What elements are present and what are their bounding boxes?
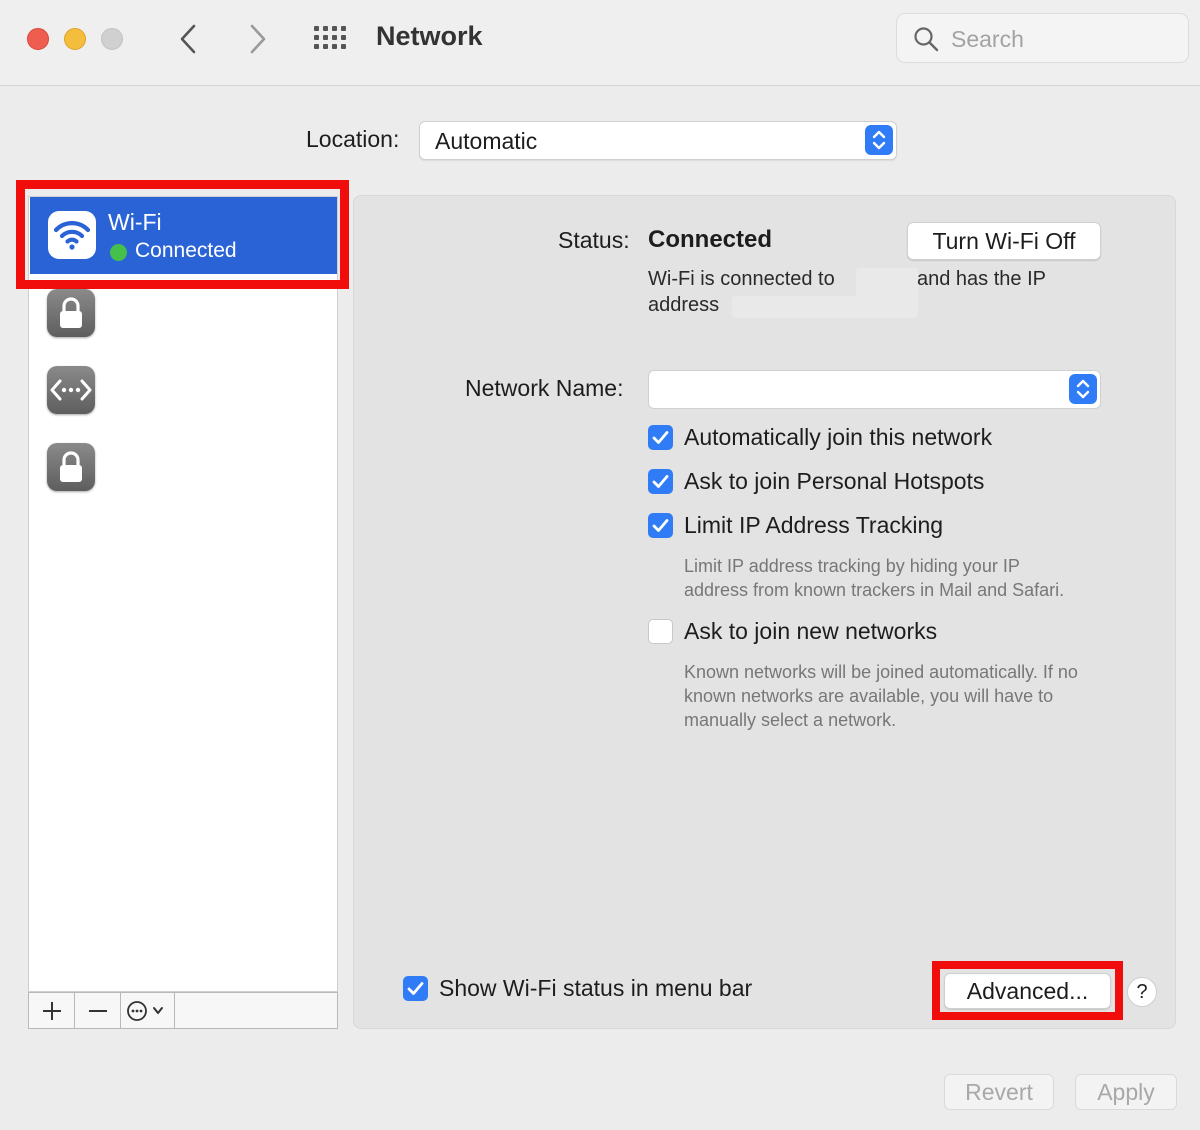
remove-service-button[interactable] xyxy=(75,993,121,1028)
redacted-ip-address xyxy=(732,296,918,318)
status-label: Status: xyxy=(558,227,630,253)
chevron-right-icon xyxy=(250,24,266,54)
checkmark-icon xyxy=(652,475,669,488)
auto-join-label[interactable]: Automatically join this network xyxy=(684,424,992,451)
status-description-part3: address xyxy=(648,294,720,316)
ask-hotspots-checkbox[interactable] xyxy=(648,469,673,494)
up-down-chevron-icon xyxy=(872,130,886,150)
limit-ip-tracking-label[interactable]: Limit IP Address Tracking xyxy=(684,512,943,539)
zoom-button[interactable] xyxy=(101,28,123,50)
location-value: Automatic xyxy=(435,128,538,154)
ask-new-hint-line3: manually select a network. xyxy=(684,710,897,730)
detail-panel xyxy=(353,195,1176,1029)
highlight-box xyxy=(16,180,349,289)
status-value: Connected xyxy=(648,226,773,253)
status-description-part2: and has the IP xyxy=(917,268,1046,290)
checkmark-icon xyxy=(652,519,669,532)
close-button[interactable] xyxy=(27,28,49,50)
plus-icon xyxy=(42,1001,61,1020)
service-list-toolbar xyxy=(28,992,338,1029)
network-name-label: Network Name: xyxy=(465,375,624,401)
apply-button[interactable]: Apply xyxy=(1075,1074,1177,1110)
sidebar-item-bridge[interactable] xyxy=(47,366,95,414)
bridge-icon xyxy=(50,379,92,401)
checkmark-icon xyxy=(407,982,424,995)
checkmark-icon xyxy=(652,431,669,444)
location-select[interactable]: Automatic xyxy=(419,121,897,160)
ask-hotspots-label[interactable]: Ask to join Personal Hotspots xyxy=(684,468,984,495)
search-field[interactable] xyxy=(896,13,1189,63)
lock-icon xyxy=(60,451,82,482)
ask-new-networks-checkbox[interactable] xyxy=(648,619,673,644)
limit-ip-hint-line1: Limit IP address tracking by hiding your… xyxy=(684,556,1020,576)
ellipsis-circle-chevron-icon xyxy=(126,1000,163,1021)
sidebar-item-vpn-1[interactable] xyxy=(47,289,95,337)
lock-icon xyxy=(60,297,82,328)
ask-new-hint-line2: known networks are available, you will h… xyxy=(684,686,1054,706)
limit-ip-hint-line2: address from known trackers in Mail and … xyxy=(684,580,1065,600)
add-service-button[interactable] xyxy=(29,993,75,1028)
highlight-box xyxy=(932,961,1123,1020)
more-actions-button[interactable] xyxy=(121,993,175,1028)
up-down-chevron-icon xyxy=(1076,379,1090,399)
network-name-select[interactable] xyxy=(648,370,1101,409)
location-label: Location: xyxy=(306,126,400,152)
status-description-part1: Wi-Fi is connected to xyxy=(648,268,835,290)
grid-icon xyxy=(314,26,346,49)
forward-button[interactable] xyxy=(242,22,272,56)
location-stepper xyxy=(865,125,893,155)
sidebar-item-vpn-2[interactable] xyxy=(47,443,95,491)
back-button[interactable] xyxy=(174,22,204,56)
auto-join-checkbox[interactable] xyxy=(648,425,673,450)
search-icon xyxy=(914,27,939,52)
title-bar: Network xyxy=(0,0,1200,86)
show-wifi-status-label[interactable]: Show Wi-Fi status in menu bar xyxy=(439,975,752,1002)
search-input[interactable] xyxy=(951,22,1171,56)
limit-ip-tracking-checkbox[interactable] xyxy=(648,513,673,538)
help-button[interactable]: ? xyxy=(1127,977,1157,1007)
window-title: Network xyxy=(376,21,483,51)
chevron-left-icon xyxy=(180,24,196,54)
network-name-stepper xyxy=(1069,374,1097,404)
turn-wifi-off-button[interactable]: Turn Wi-Fi Off xyxy=(907,222,1101,260)
ask-new-networks-label[interactable]: Ask to join new networks xyxy=(684,618,937,645)
show-all-button[interactable] xyxy=(313,25,349,51)
show-wifi-status-checkbox[interactable] xyxy=(403,976,428,1001)
revert-button[interactable]: Revert xyxy=(944,1074,1054,1110)
minimize-button[interactable] xyxy=(64,28,86,50)
minus-icon xyxy=(88,1009,107,1012)
ask-new-hint-line1: Known networks will be joined automatica… xyxy=(684,662,1078,682)
